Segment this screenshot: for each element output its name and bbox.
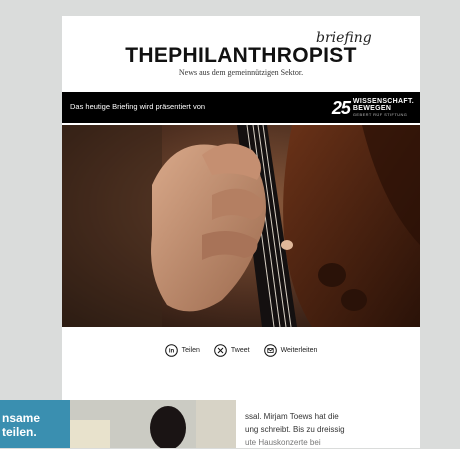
masthead: briefing THEPHILANTHROPIST News aus dem … <box>62 16 420 92</box>
sponsor-logo-line3: GEBERT RÜF STIFTUNG <box>352 112 408 117</box>
share-bar: in Teilen Tweet Weiterleiten <box>62 340 420 360</box>
hero-image <box>62 125 420 327</box>
tweet-button[interactable]: Tweet <box>214 343 250 357</box>
sponsor-banner[interactable]: Das heutige Briefing wird präsentiert vo… <box>62 92 420 123</box>
mail-icon <box>263 343 277 357</box>
overlay-image-text-2: teilen. <box>2 425 37 439</box>
linkedin-share-label: Teilen <box>181 346 200 354</box>
sponsor-logo-line2: BEWEGEN <box>352 105 392 112</box>
forward-button[interactable]: Weiterleiten <box>263 343 318 357</box>
tweet-label: Tweet <box>230 346 250 354</box>
tagline: News aus dem gemeinnützigen Sektor. <box>178 68 304 77</box>
overlay-line-3: ute Hauskonzerte bei <box>245 438 321 447</box>
overlay-line-2: ung schreibt. Bis zu dreissig <box>245 425 345 434</box>
x-twitter-icon <box>214 343 227 357</box>
linkedin-icon: in <box>164 343 178 357</box>
sponsor-logo-number: 25 <box>331 97 351 118</box>
violin-photo-icon <box>62 125 420 327</box>
sponsor-logo-line1: WISSENSCHAFT. <box>352 98 414 105</box>
sponsor-logo[interactable]: 25 WISSENSCHAFT. BEWEGEN GEBERT RÜF STIF… <box>332 97 414 118</box>
sponsor-text: Das heutige Briefing wird präsentiert vo… <box>70 102 206 111</box>
overlay-image-text-1: nsame <box>2 411 40 425</box>
sponsor-logo-words: WISSENSCHAFT. BEWEGEN GEBERT RÜF STIFTUN… <box>353 98 414 117</box>
forward-label: Weiterleiten <box>280 346 318 354</box>
newsletter-card: briefing THEPHILANTHROPIST News aus dem … <box>62 16 420 448</box>
overlay-line-1: ssal. Mirjam Toews hat die <box>245 412 339 421</box>
linkedin-share-button[interactable]: in Teilen <box>164 343 200 357</box>
overlay-article-text: ssal. Mirjam Toews hat die ung schreibt.… <box>245 410 445 449</box>
brand-logo[interactable]: THEPHILANTHROPIST <box>62 44 420 68</box>
overlay-thumbnail: nsame teilen. <box>0 400 236 448</box>
svg-text:in: in <box>168 348 174 354</box>
overlay-photo-icon: nsame teilen. <box>0 400 236 448</box>
